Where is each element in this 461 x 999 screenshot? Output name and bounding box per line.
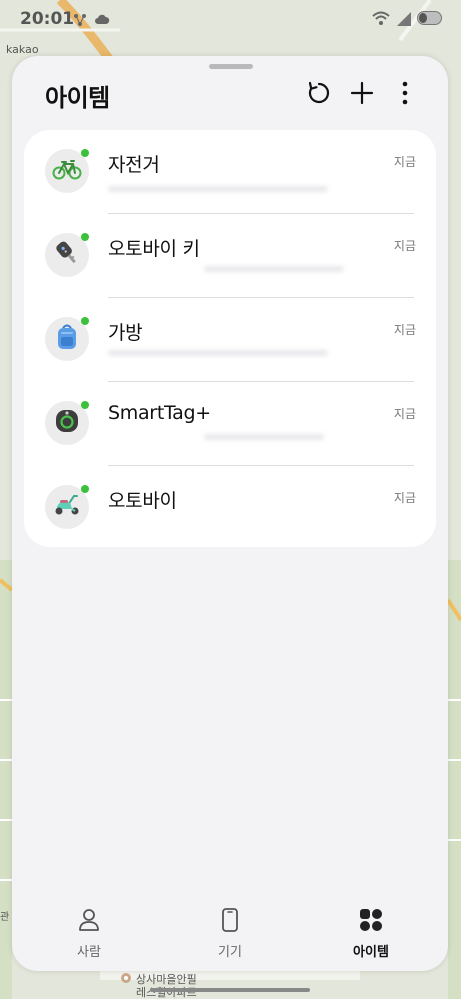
- map-edge-label: 관: [0, 912, 10, 923]
- item-last-seen: 지금: [393, 155, 416, 169]
- item-last-seen: 지금: [393, 323, 416, 337]
- signal-icon: [397, 11, 411, 30]
- item-name: 오토바이 키: [108, 238, 200, 260]
- nav-tab-people[interactable]: 사람: [39, 908, 139, 966]
- nav-label: 사람: [77, 945, 101, 960]
- items-grid-icon: [359, 908, 383, 936]
- item-name: 오토바이: [108, 490, 177, 512]
- status-bar: 20:01: [0, 0, 461, 40]
- list-item-scooter[interactable]: 오토바이 지금: [24, 466, 436, 550]
- plus-icon: [350, 81, 374, 109]
- refresh-icon: [306, 80, 332, 110]
- person-icon: [78, 908, 100, 936]
- nav-tab-items[interactable]: 아이템: [321, 908, 421, 966]
- item-name: 가방: [108, 322, 143, 344]
- redacted-address: [204, 434, 324, 440]
- online-status-dot: [81, 401, 89, 409]
- motorcycle-key-icon: [54, 239, 80, 271]
- battery-icon: [417, 10, 443, 30]
- items-sheet: 아이템 자전거 지금 오토바이 키 지금 가방 지금 SmartTag+ 지금 …: [12, 56, 448, 971]
- refresh-button[interactable]: [302, 78, 336, 112]
- nav-tab-devices[interactable]: 기기: [180, 908, 280, 966]
- redacted-address: [204, 266, 344, 272]
- redacted-address: [108, 186, 328, 192]
- redacted-address: [108, 350, 328, 356]
- place-pin-icon: [120, 972, 132, 987]
- nav-label: 기기: [218, 945, 242, 960]
- list-item-bag[interactable]: 가방 지금: [24, 298, 436, 382]
- online-status-dot: [81, 233, 89, 241]
- cloud-icon: [94, 12, 110, 32]
- place-label-line1: 상사마을안필: [136, 972, 197, 986]
- list-item-bicycle[interactable]: 자전거 지금: [24, 130, 436, 214]
- add-item-button[interactable]: [345, 78, 379, 112]
- nav-label: 아이템: [353, 945, 389, 960]
- sheet-drag-handle[interactable]: [209, 64, 253, 69]
- phone-icon: [221, 908, 239, 936]
- status-time: 20:01: [20, 9, 75, 29]
- online-status-dot: [81, 485, 89, 493]
- page-title: 아이템: [45, 84, 110, 112]
- items-list: 자전거 지금 오토바이 키 지금 가방 지금 SmartTag+ 지금 오토바이…: [24, 130, 436, 547]
- item-name: 자전거: [108, 154, 160, 176]
- online-status-dot: [81, 149, 89, 157]
- item-last-seen: 지금: [393, 239, 416, 253]
- list-item-motorcycle-key[interactable]: 오토바이 키 지금: [24, 214, 436, 298]
- bottom-navigation: 사람 기기 아이템: [12, 908, 448, 968]
- list-item-smarttag[interactable]: SmartTag+ 지금: [24, 382, 436, 466]
- wifi-6e-icon: [371, 10, 391, 30]
- backpack-icon: [55, 323, 79, 355]
- item-name: SmartTag+: [108, 402, 211, 424]
- item-last-seen: 지금: [393, 491, 416, 505]
- scooter-icon: [52, 493, 82, 521]
- item-last-seen: 지금: [393, 407, 416, 421]
- smarttag-icon: [53, 407, 81, 439]
- network-icon: [72, 12, 88, 32]
- map-place-label: 상사마을안필 레스힐아파트: [120, 972, 197, 999]
- map-attribution: kakao: [6, 43, 39, 56]
- bicycle-icon: [52, 158, 82, 184]
- gesture-bar[interactable]: [150, 988, 310, 992]
- more-vertical-icon: [402, 81, 408, 109]
- online-status-dot: [81, 317, 89, 325]
- more-options-button[interactable]: [388, 78, 422, 112]
